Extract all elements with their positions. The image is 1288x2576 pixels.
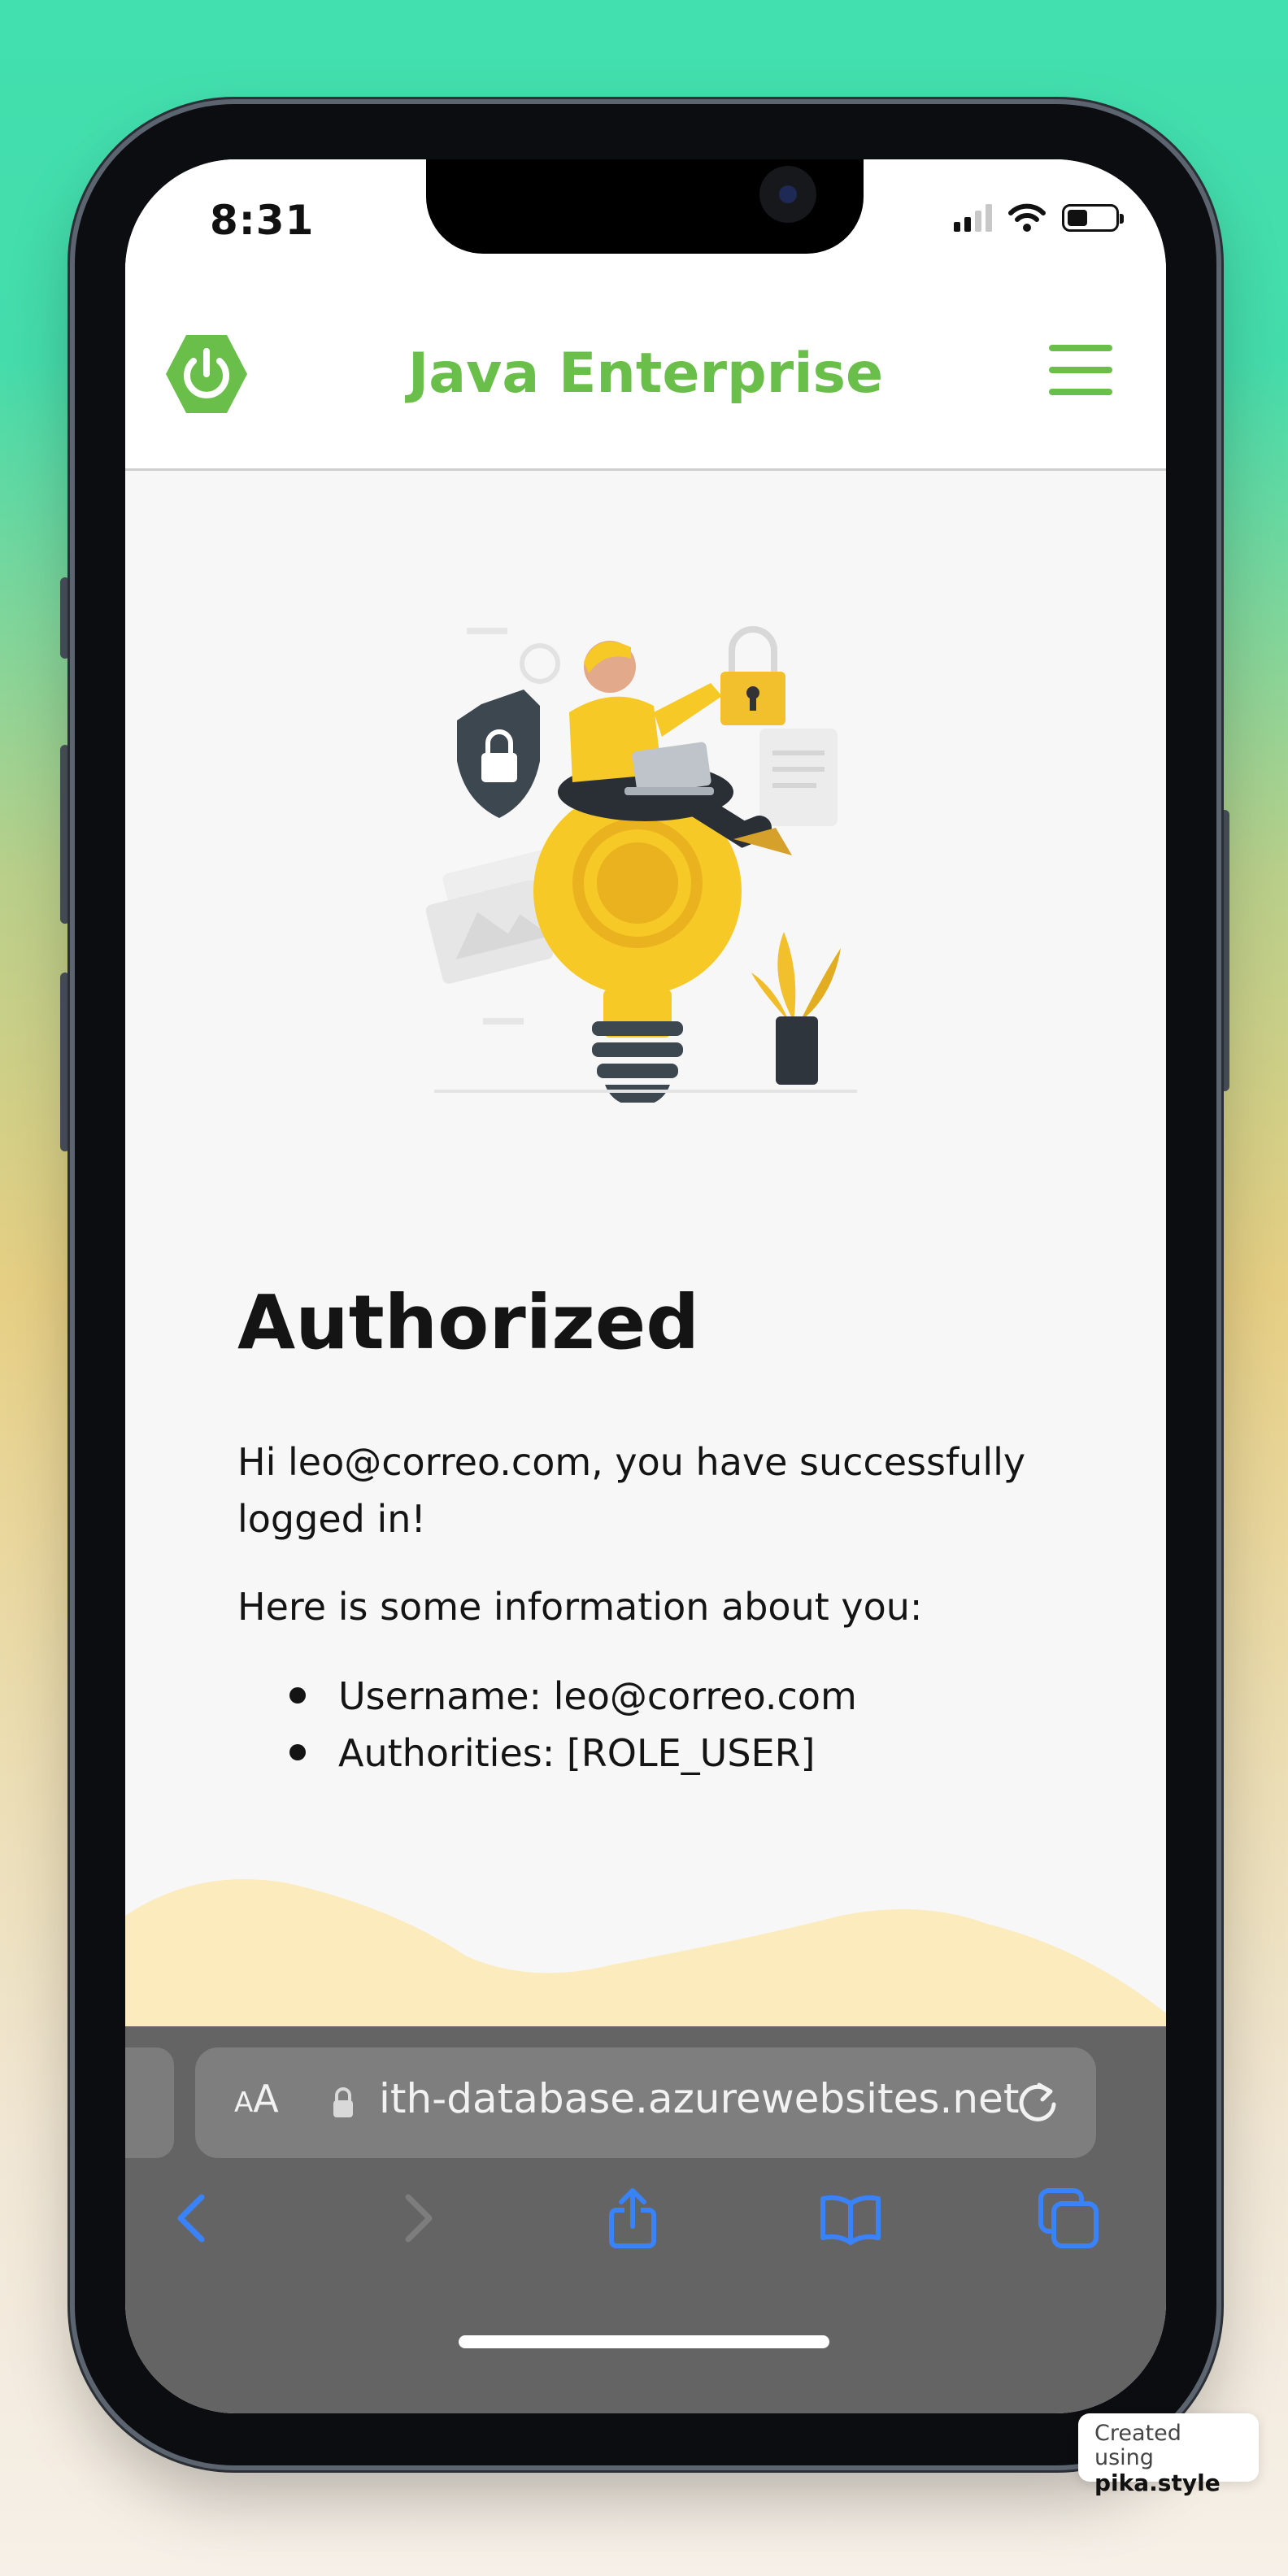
text-size-label-small: A	[234, 2086, 254, 2119]
address-bar[interactable]: AA ith-database.azurewebsites.net	[195, 2047, 1096, 2158]
text-size-label-large: A	[253, 2077, 279, 2121]
battery-icon	[1062, 204, 1124, 232]
info-intro-text: Here is some information about you:	[237, 1585, 923, 1630]
footer-wave	[125, 1879, 1166, 2030]
cellular-signal-icon	[954, 204, 992, 232]
status-time: 8:31	[210, 197, 315, 244]
status-icons	[954, 203, 1124, 233]
authorities-item: Authorities: [ROLE_USER]	[289, 1725, 1051, 1782]
greeting-text: Hi leo@correo.com, you have successfully…	[237, 1440, 1026, 1542]
tabs-icon[interactable]	[1036, 2186, 1101, 2251]
book-icon[interactable]	[818, 2186, 883, 2251]
chevron-right-icon[interactable]	[384, 2186, 449, 2251]
share-icon[interactable]	[600, 2186, 665, 2251]
volume-down-button	[60, 973, 70, 1151]
username-item: Username: leo@correo.com	[289, 1668, 1051, 1725]
user-info-list: Username: leo@correo.com Authorities: [R…	[237, 1668, 1051, 1782]
mute-switch	[60, 577, 70, 659]
power-button	[1220, 810, 1229, 1091]
notch	[426, 159, 864, 254]
created-using-badge[interactable]: Created using pika.style	[1078, 2413, 1259, 2496]
security-illustration	[425, 626, 857, 1103]
front-camera	[759, 166, 816, 223]
reload-icon[interactable]	[1013, 2077, 1062, 2126]
text-size-button[interactable]: AA	[234, 2077, 279, 2121]
main-content: Authorized Hi leo@correo.com, you have s…	[237, 1281, 1051, 1782]
previous-tab-preview[interactable]	[125, 2047, 174, 2158]
phone-screen: 8:31 Java Enterprise Authorized Hi leo@c…	[125, 159, 1166, 2413]
app-navbar: Java Enterprise	[125, 306, 1166, 471]
url-text[interactable]: ith-database.azurewebsites.net	[379, 2075, 1019, 2122]
chevron-left-icon[interactable]	[161, 2186, 226, 2251]
watermark-line1: Created using	[1094, 2421, 1181, 2470]
brand-title[interactable]: Java Enterprise	[125, 342, 1166, 406]
lock-icon	[333, 2087, 353, 2117]
page-title: Authorized	[237, 1279, 700, 1366]
hamburger-menu-icon[interactable]	[1049, 345, 1112, 395]
wifi-icon	[1008, 203, 1046, 232]
browser-chrome: AA ith-database.azurewebsites.net	[125, 2026, 1166, 2413]
volume-up-button	[60, 745, 70, 924]
home-indicator[interactable]	[459, 2335, 829, 2348]
watermark-line2: pika.style	[1094, 2469, 1221, 2496]
